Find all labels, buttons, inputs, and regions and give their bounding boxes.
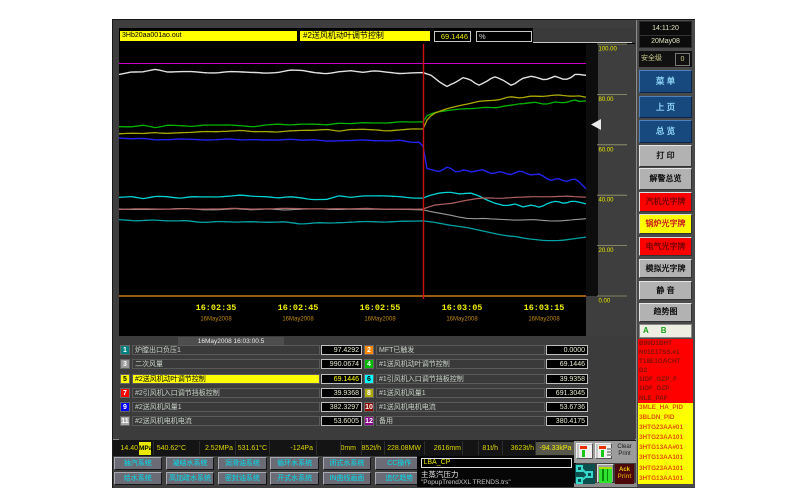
svg-text:16:03:05: 16:03:05 [442, 303, 483, 313]
svg-text:40.00: 40.00 [599, 198, 615, 204]
svg-text:16:02:35: 16:02:35 [196, 303, 237, 313]
svg-text:0.00: 0.00 [599, 299, 611, 305]
svg-text:60.00: 60.00 [599, 147, 615, 153]
svg-text:100.00: 100.00 [599, 47, 618, 53]
svg-text:16May2008: 16May2008 [446, 317, 478, 323]
svg-text:16May2008: 16May2008 [282, 317, 314, 323]
svg-text:16:02:55: 16:02:55 [360, 303, 401, 313]
svg-text:20.00: 20.00 [599, 248, 615, 254]
svg-text:16:03:15: 16:03:15 [524, 303, 565, 313]
svg-text:80.00: 80.00 [599, 97, 615, 103]
svg-text:16May2008: 16May2008 [200, 317, 232, 323]
svg-text:16:02:45: 16:02:45 [278, 303, 319, 313]
svg-text:16May2008: 16May2008 [364, 317, 396, 323]
svg-text:16May2008: 16May2008 [528, 317, 560, 323]
